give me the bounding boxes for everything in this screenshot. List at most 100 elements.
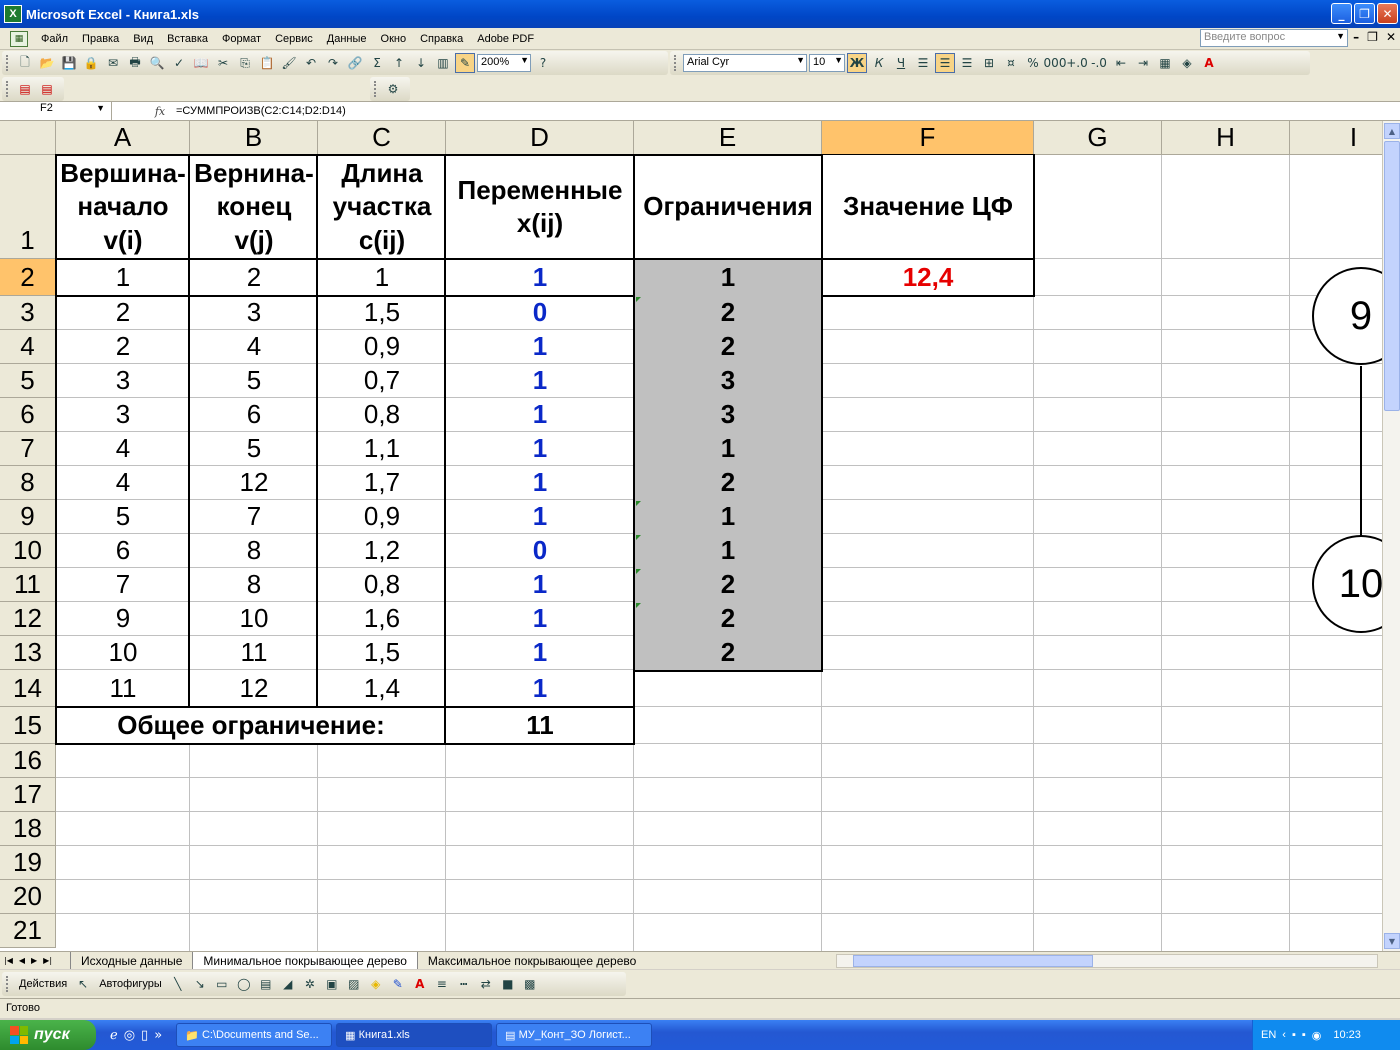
font-color-icon[interactable]: A [1199, 53, 1219, 73]
scroll-thumb[interactable] [853, 955, 1093, 967]
cell-e7[interactable]: 1 [634, 432, 822, 466]
error-indicator-icon[interactable] [636, 603, 641, 608]
cell-d4[interactable]: 1 [446, 330, 634, 364]
diagram-icon[interactable]: ✲ [300, 974, 320, 994]
task-explorer[interactable]: 📁 C:\Documents and Se... [176, 1023, 333, 1047]
cell-a5[interactable]: 3 [56, 364, 190, 398]
cell-a3[interactable]: 2 [56, 296, 190, 330]
cell-b3[interactable]: 3 [190, 296, 318, 330]
row-header-16[interactable]: 16 [0, 744, 56, 778]
cell-e2[interactable]: 1 [634, 259, 822, 296]
cell-a6[interactable]: 3 [56, 398, 190, 432]
cell-c13[interactable]: 1,5 [318, 636, 446, 670]
drawing-icon[interactable]: ✎ [455, 53, 475, 73]
permission-icon[interactable]: 🔒 [81, 53, 101, 73]
redo-icon[interactable]: ↷ [323, 53, 343, 73]
cell-b11[interactable]: 8 [190, 568, 318, 602]
cell-b12[interactable]: 10 [190, 602, 318, 636]
cell-e8[interactable]: 2 [634, 466, 822, 500]
cell-d11[interactable]: 1 [446, 568, 634, 602]
increase-decimal-icon[interactable]: +.0 [1066, 53, 1088, 73]
cell-c12[interactable]: 1,6 [318, 602, 446, 636]
close-button[interactable]: ✕ [1377, 3, 1398, 24]
cell-a4[interactable]: 2 [56, 330, 190, 364]
cell-e9[interactable]: 1 [634, 500, 822, 534]
print-icon[interactable]: 🖶 [125, 53, 145, 73]
column-header-g[interactable]: G [1034, 121, 1162, 155]
header-objective-value[interactable]: Значение ЦФ [822, 155, 1034, 259]
cell-b7[interactable]: 5 [190, 432, 318, 466]
cell-a10[interactable]: 6 [56, 534, 190, 568]
line-icon[interactable]: ╲ [168, 974, 188, 994]
pdf-email-icon[interactable]: ▤ [37, 79, 57, 99]
cell-e11[interactable]: 2 [634, 568, 822, 602]
cell-b6[interactable]: 6 [190, 398, 318, 432]
format-painter-icon[interactable]: 🖌 [279, 53, 299, 73]
web-tools-icon[interactable]: ⚙ [383, 79, 403, 99]
network-icon[interactable]: ▪ [1292, 1029, 1296, 1041]
cell-c4[interactable]: 0,9 [318, 330, 446, 364]
font-select[interactable]: Arial Cyr ▼ [683, 54, 807, 72]
thousands-icon[interactable]: 000 [1044, 53, 1067, 73]
cell-e12[interactable]: 2 [634, 602, 822, 636]
cell-a11[interactable]: 7 [56, 568, 190, 602]
menu-adobe-pdf[interactable]: Adobe PDF [470, 33, 541, 45]
email-icon[interactable]: ✉ [103, 53, 123, 73]
undo-icon[interactable]: ↶ [301, 53, 321, 73]
cell-a14[interactable]: 11 [56, 670, 190, 707]
cell-d6[interactable]: 1 [446, 398, 634, 432]
total-constraint-value[interactable]: 11 [446, 707, 634, 744]
toolbar-grip[interactable] [6, 55, 10, 71]
name-box[interactable]: F2 ▼ [0, 102, 112, 120]
align-left-icon[interactable]: ☰ [913, 53, 933, 73]
scroll-thumb[interactable] [1384, 141, 1400, 411]
sheet-tab-source-data[interactable]: Исходные данные [70, 952, 192, 969]
clipart-icon[interactable]: ▣ [322, 974, 342, 994]
bold-icon[interactable]: Ж [847, 53, 867, 73]
cell-c8[interactable]: 1,7 [318, 466, 446, 500]
cell-d5[interactable]: 1 [446, 364, 634, 398]
menu-help[interactable]: Справка [413, 33, 470, 45]
row-header-4[interactable]: 4 [0, 330, 56, 364]
start-button[interactable]: пуск [0, 1020, 96, 1050]
row-header-9[interactable]: 9 [0, 500, 56, 534]
workbook-icon[interactable]: ▦ [10, 30, 28, 47]
row-header-18[interactable]: 18 [0, 812, 56, 846]
arrow-style-icon[interactable]: ⇄ [476, 974, 496, 994]
internet-explorer-icon[interactable]: ℯ [110, 1028, 118, 1043]
header-constraints[interactable]: Ограничения [634, 155, 822, 259]
task-excel[interactable]: ▦ Книга1.xls [336, 1023, 493, 1047]
column-header-d[interactable]: D [446, 121, 634, 155]
doc-restore-button[interactable]: ❐ [1367, 30, 1378, 44]
cell-d9[interactable]: 1 [446, 500, 634, 534]
open-icon[interactable]: 📂 [37, 53, 57, 73]
italic-icon[interactable]: К [869, 53, 889, 73]
error-indicator-icon[interactable] [636, 297, 641, 302]
sort-descending-icon[interactable]: ↓ [411, 53, 431, 73]
print-preview-icon[interactable]: 🔍 [147, 53, 167, 73]
picture-icon[interactable]: ▨ [344, 974, 364, 994]
chevron-down-icon[interactable]: ▼ [1336, 31, 1345, 41]
column-header-e[interactable]: E [634, 121, 822, 155]
toolbar-grip[interactable] [674, 55, 678, 71]
cell-e3[interactable]: 2 [634, 296, 822, 330]
convert-to-pdf-icon[interactable]: ▤ [15, 79, 35, 99]
safely-remove-icon[interactable]: ▪ [1302, 1029, 1306, 1041]
header-variables[interactable]: Переменные x(ij) [446, 155, 634, 259]
cell-b4[interactable]: 4 [190, 330, 318, 364]
worksheet-grid[interactable]: A B C D E F G H I 1 2 3 4 5 6 7 8 9 10 1… [0, 121, 1382, 951]
row-header-1[interactable]: 1 [0, 155, 56, 259]
error-indicator-icon[interactable] [636, 501, 641, 506]
percent-icon[interactable]: % [1023, 53, 1043, 73]
cell-e6[interactable]: 3 [634, 398, 822, 432]
fill-color-icon[interactable]: ◈ [1177, 53, 1197, 73]
insert-function-icon[interactable]: fx [112, 105, 168, 118]
cell-e4[interactable]: 2 [634, 330, 822, 364]
decrease-indent-icon[interactable]: ⇤ [1111, 53, 1131, 73]
cell-a7[interactable]: 4 [56, 432, 190, 466]
column-header-f[interactable]: F [822, 121, 1034, 155]
cell-d14[interactable]: 1 [446, 670, 634, 707]
cell-d3[interactable]: 0 [446, 296, 634, 330]
cell-c11[interactable]: 0,8 [318, 568, 446, 602]
scroll-down-icon[interactable]: ▼ [1384, 933, 1400, 949]
